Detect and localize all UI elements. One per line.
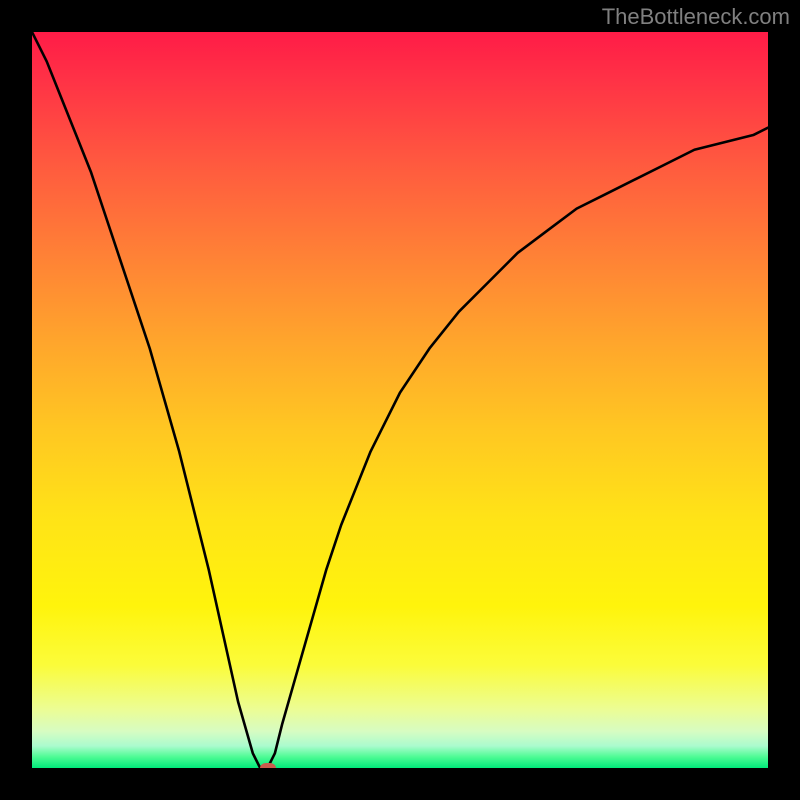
watermark-text: TheBottleneck.com <box>602 4 790 30</box>
bottleneck-curve <box>32 32 768 768</box>
optimal-point-marker <box>260 763 276 768</box>
chart-frame: TheBottleneck.com <box>0 0 800 800</box>
plot-area <box>32 32 768 768</box>
curve-svg <box>32 32 768 768</box>
